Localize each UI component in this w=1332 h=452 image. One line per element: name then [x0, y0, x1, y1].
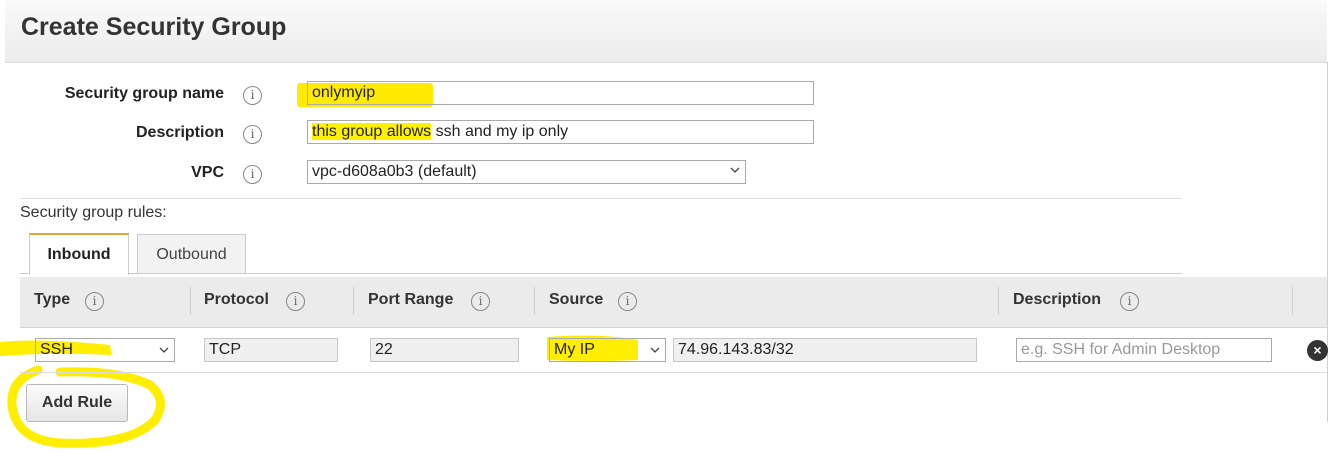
name-info-icon[interactable]: i	[243, 86, 262, 105]
description-info-icon[interactable]: i	[243, 125, 262, 144]
port-range-info-icon[interactable]: i	[471, 292, 490, 311]
tab-outbound[interactable]: Outbound	[137, 234, 246, 274]
rule-source-select[interactable]: My IP	[549, 338, 666, 362]
rule-source-cidr-field[interactable]: 74.96.143.83/32	[673, 338, 977, 362]
rule-port-range-value: 22	[375, 341, 393, 358]
chevron-down-icon	[159, 347, 169, 353]
description-col-info-icon[interactable]: i	[1120, 292, 1139, 311]
protocol-info-icon[interactable]: i	[286, 292, 305, 311]
description-label: Description	[135, 124, 224, 141]
chevron-down-icon	[730, 167, 740, 173]
column-divider	[998, 287, 999, 315]
rule-source-value: My IP	[554, 341, 595, 358]
right-border	[1327, 62, 1328, 422]
column-protocol: Protocol	[204, 291, 269, 308]
vpc-label: VPC	[191, 164, 224, 181]
rule-type-value: SSH	[40, 341, 73, 358]
chevron-down-icon	[650, 347, 660, 353]
vpc-info-icon[interactable]: i	[243, 165, 262, 184]
remove-rule-icon[interactable]: ×	[1307, 340, 1328, 361]
page-header: Create Security Group	[5, 0, 1327, 63]
column-port-range: Port Range	[368, 291, 454, 308]
rule-description-input[interactable]: e.g. SSH for Admin Desktop	[1016, 338, 1272, 362]
column-divider	[190, 287, 191, 315]
rule-source-cidr-value: 74.96.143.83/32	[678, 341, 794, 358]
column-divider	[1292, 287, 1293, 315]
description-value-rest: ssh and my ip only	[431, 123, 569, 140]
column-source: Source	[549, 291, 604, 308]
tab-inbound[interactable]: Inbound	[29, 233, 129, 275]
column-description: Description	[1013, 291, 1102, 308]
security-group-name-input[interactable]: onlymyip	[307, 81, 814, 105]
highlighter-marks	[0, 335, 638, 448]
rule-protocol-value: TCP	[209, 341, 241, 358]
vpc-select[interactable]: vpc-d608a0b3 (default)	[307, 160, 746, 184]
page-title: Create Security Group	[21, 13, 287, 41]
rules-section-label: Security group rules:	[20, 204, 167, 221]
rule-description-placeholder: e.g. SSH for Admin Desktop	[1021, 341, 1221, 358]
vpc-value: vpc-d608a0b3 (default)	[312, 163, 477, 180]
name-value: onlymyip	[312, 84, 376, 101]
name-label: Security group name	[64, 85, 224, 102]
column-divider	[534, 287, 535, 315]
description-value-highlight: this group allows	[312, 123, 432, 140]
rule-protocol-field: TCP	[204, 338, 338, 362]
rule-type-select[interactable]: SSH	[35, 338, 175, 362]
rule-port-range-field: 22	[370, 338, 519, 362]
add-rule-button[interactable]: Add Rule	[26, 384, 128, 422]
source-info-icon[interactable]: i	[618, 292, 637, 311]
column-type: Type	[34, 291, 71, 308]
section-divider	[20, 198, 1182, 199]
column-divider	[353, 287, 354, 315]
type-info-icon[interactable]: i	[85, 292, 104, 311]
row-divider	[20, 372, 1327, 373]
rules-table-header: Type i Protocol i Port Range i Source i …	[20, 277, 1327, 328]
description-input[interactable]: this group allows ssh and my ip only	[307, 120, 814, 144]
